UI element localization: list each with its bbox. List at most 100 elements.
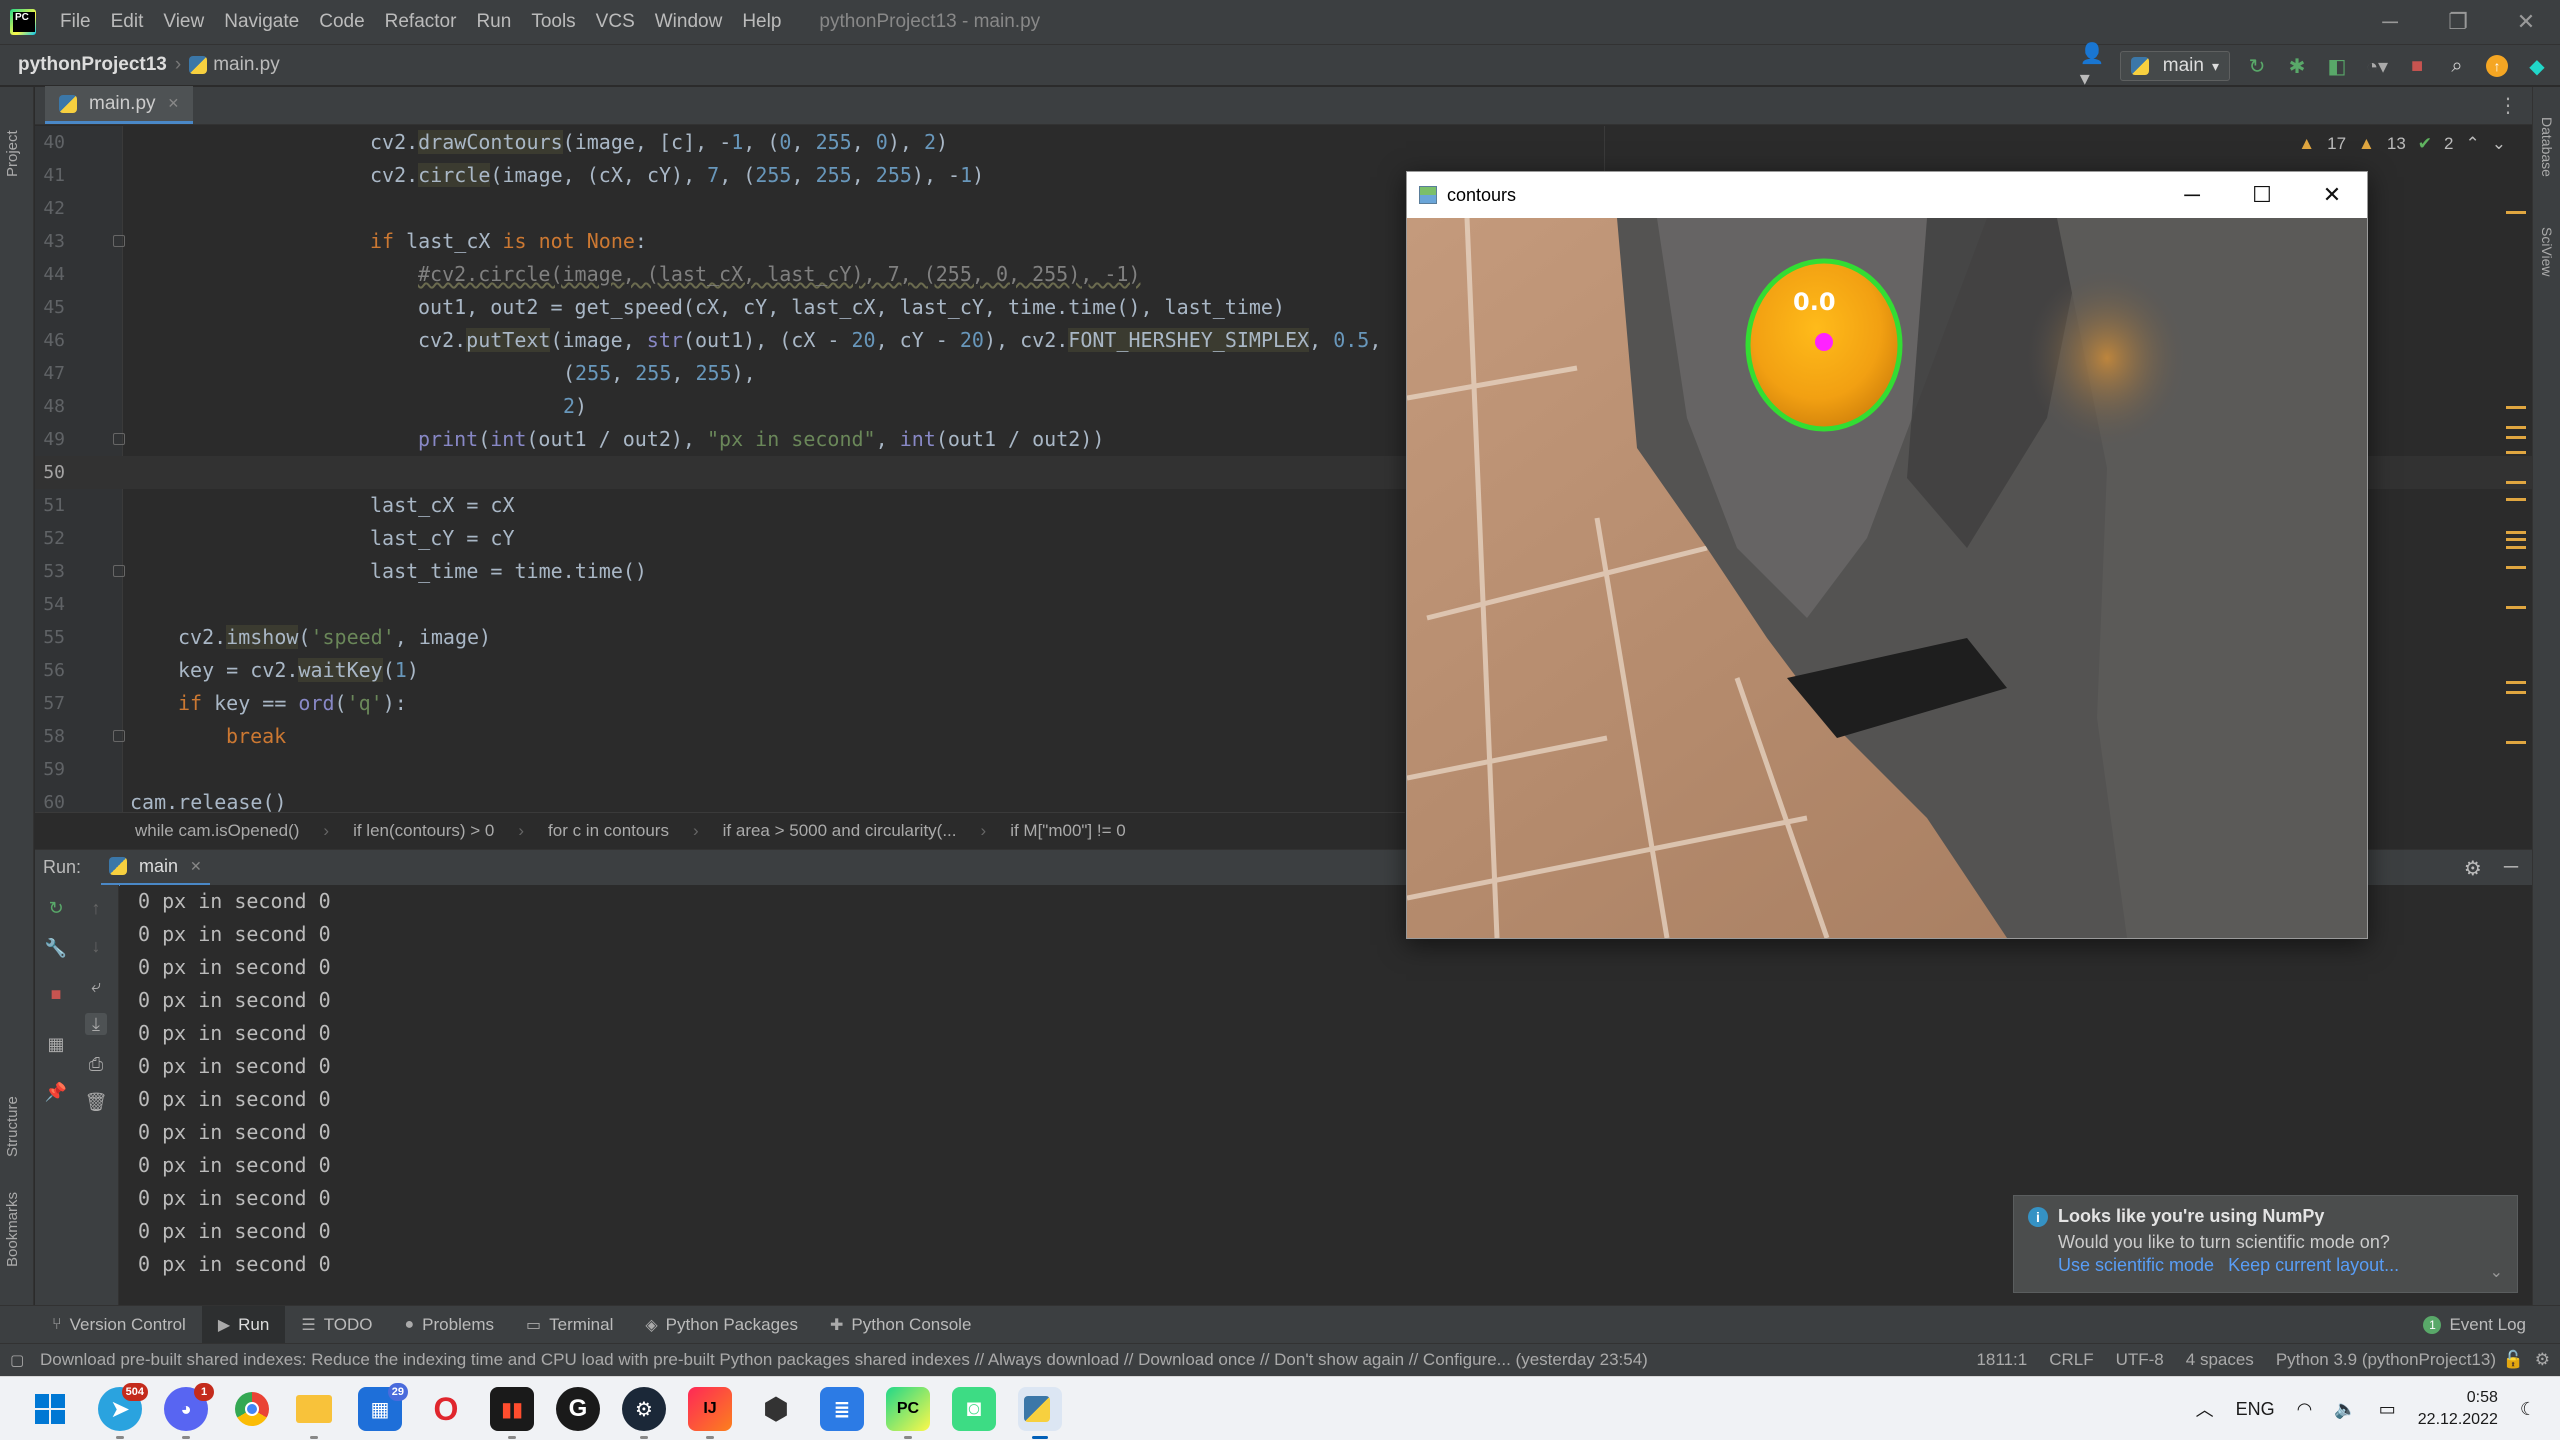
menu-refactor[interactable]: Refactor [375, 0, 467, 44]
pin-icon[interactable]: 📌 [45, 1081, 67, 1103]
close-icon[interactable]: ✕ [2297, 172, 2367, 218]
run-configuration-dropdown[interactable]: main ▾ [2119, 51, 2230, 81]
update-icon[interactable]: ↑ [2484, 53, 2510, 79]
database-tool-button[interactable]: Database [2539, 117, 2555, 177]
close-tab-icon[interactable]: ✕ [168, 95, 180, 112]
menu-tools[interactable]: Tools [521, 0, 585, 44]
warning-marker[interactable] [2506, 426, 2526, 429]
volume-icon[interactable]: 🔈 [2334, 1399, 2356, 1420]
menu-edit[interactable]: Edit [101, 0, 154, 44]
audio-app-icon[interactable]: ▮▮ [490, 1387, 534, 1439]
warning-marker[interactable] [2506, 211, 2526, 214]
rerun-icon[interactable]: ↻ [45, 897, 67, 919]
chrome-icon[interactable] [230, 1387, 274, 1431]
minimize-icon[interactable]: ─ [2157, 172, 2227, 218]
stop-icon[interactable]: ■ [2404, 53, 2430, 79]
caret-position[interactable]: 1811:1 [1976, 1350, 2027, 1370]
jetbrains-icon[interactable]: ◆ [2524, 53, 2550, 79]
bookmarks-tool-button[interactable]: Bookmarks [4, 1192, 21, 1267]
line-separator[interactable]: CRLF [2049, 1350, 2093, 1370]
unity-icon[interactable]: ⬢ [754, 1387, 798, 1431]
notepad-icon[interactable]: ≣ [820, 1387, 864, 1431]
gear-icon[interactable]: ⚙ [2464, 856, 2482, 881]
memory-icon[interactable]: ⚙ [2535, 1350, 2550, 1370]
breadcrumb-item[interactable]: if area > 5000 and circularity(... [723, 821, 957, 841]
chevron-up-icon[interactable]: ︿ [2196, 1396, 2214, 1422]
warning-marker[interactable] [2506, 741, 2526, 744]
chevron-down-icon[interactable]: ⌄ [2490, 1262, 2503, 1282]
contours-titlebar[interactable]: contours ─ ☐ ✕ [1407, 172, 2367, 218]
close-tab-icon[interactable]: ✕ [190, 858, 202, 875]
layout-icon[interactable]: ▦ [45, 1033, 67, 1055]
status-message[interactable]: Download pre-built shared indexes: Reduc… [40, 1350, 1760, 1370]
warning-marker[interactable] [2506, 681, 2526, 684]
tab-version-control[interactable]: ⑂ Version Control [36, 1306, 202, 1344]
scroll-to-end-icon[interactable]: ⤓ [85, 1013, 107, 1035]
breadcrumb-item[interactable]: if M["m00"] != 0 [1010, 821, 1126, 841]
profile-icon[interactable]: ◔▾ [2364, 53, 2390, 79]
tab-run[interactable]: ▶ Run [201, 1305, 286, 1344]
user-icon[interactable]: 👤▾ [2080, 43, 2106, 90]
close-icon[interactable]: ✕ [2492, 0, 2560, 44]
battery-icon[interactable]: ▭ [2379, 1399, 2396, 1420]
use-scientific-mode-link[interactable]: Use scientific mode [2058, 1255, 2214, 1276]
warning-marker[interactable] [2506, 406, 2526, 409]
more-options-icon[interactable]: ⋮ [2498, 93, 2518, 118]
error-stripe[interactable] [2506, 126, 2532, 812]
android-studio-icon[interactable]: ◙ [952, 1387, 996, 1431]
telegram-icon[interactable]: ➤ 504 [98, 1383, 148, 1439]
project-tool-button[interactable]: Project [4, 130, 21, 177]
opera-icon[interactable]: O [424, 1387, 468, 1431]
arrow-down-icon[interactable]: ↓ [85, 935, 107, 957]
sciview-tool-button[interactable]: SciView [2539, 227, 2555, 277]
warning-marker[interactable] [2506, 546, 2526, 549]
arrow-up-icon[interactable]: ↑ [85, 897, 107, 919]
file-encoding[interactable]: UTF-8 [2116, 1350, 2164, 1370]
hide-panel-icon[interactable]: ─ [2504, 856, 2518, 881]
python-interpreter[interactable]: Python 3.9 (pythonProject13) [2276, 1350, 2496, 1370]
minimize-icon[interactable]: ─ [2356, 0, 2424, 44]
status-toggle-icon[interactable]: ▢ [10, 1351, 24, 1369]
menu-window[interactable]: Window [645, 0, 733, 44]
print-icon[interactable]: ⎙ [85, 1053, 107, 1075]
tab-main-py[interactable]: main.py ✕ [45, 86, 194, 124]
notifications-icon[interactable]: ☾ [2520, 1399, 2536, 1420]
warning-marker[interactable] [2506, 538, 2526, 541]
tab-python-console[interactable]: ✚ Python Console [814, 1306, 987, 1344]
clock[interactable]: 0:58 22.12.2022 [2418, 1387, 2498, 1431]
breadcrumb-project[interactable]: pythonProject13 [18, 54, 167, 76]
chevron-up-icon[interactable]: ⌃ [2466, 134, 2480, 154]
tab-terminal[interactable]: ▭ Terminal [510, 1306, 629, 1344]
warning-marker[interactable] [2506, 451, 2526, 454]
menu-navigate[interactable]: Navigate [214, 0, 309, 44]
tab-todo[interactable]: ☰ TODO [285, 1306, 388, 1344]
run-tab-main[interactable]: main ✕ [101, 850, 210, 886]
menu-run[interactable]: Run [466, 0, 521, 44]
rerun-icon[interactable]: ↻ [2244, 53, 2270, 79]
chevron-down-icon[interactable]: ⌄ [2492, 134, 2506, 154]
intellij-icon[interactable]: IJ [688, 1387, 732, 1439]
pycharm-icon[interactable]: PC [886, 1387, 930, 1439]
breadcrumb-item[interactable]: while cam.isOpened() [135, 821, 299, 841]
stop-icon[interactable]: ■ [45, 983, 67, 1005]
soft-wrap-icon[interactable]: ⤶ [85, 975, 107, 997]
language-indicator[interactable]: ENG [2236, 1399, 2275, 1420]
tab-python-packages[interactable]: ◈ Python Packages [629, 1306, 814, 1344]
warning-marker[interactable] [2506, 691, 2526, 694]
fold-icon[interactable] [113, 235, 125, 247]
fold-icon[interactable] [113, 730, 125, 742]
fold-icon[interactable] [113, 433, 125, 445]
python-window-icon[interactable] [1018, 1387, 1062, 1439]
fold-icon[interactable] [113, 565, 125, 577]
inspection-widget[interactable]: ▲ 17 ▲ 13 ✔ 2 ⌃ ⌄ [2298, 134, 2506, 154]
lock-icon[interactable]: 🔓 [2503, 1350, 2524, 1370]
warning-marker[interactable] [2506, 481, 2526, 484]
contours-window[interactable]: contours ─ ☐ ✕ 0.0 [1406, 171, 2368, 939]
search-icon[interactable]: ⌕ [2444, 53, 2470, 79]
start-button[interactable] [28, 1387, 72, 1431]
breadcrumb-item[interactable]: for c in contours [548, 821, 669, 841]
wifi-icon[interactable]: ◠ [2297, 1399, 2313, 1420]
menu-help[interactable]: Help [732, 0, 791, 44]
warning-marker[interactable] [2506, 566, 2526, 569]
debug-icon[interactable]: ✱ [2284, 53, 2310, 79]
